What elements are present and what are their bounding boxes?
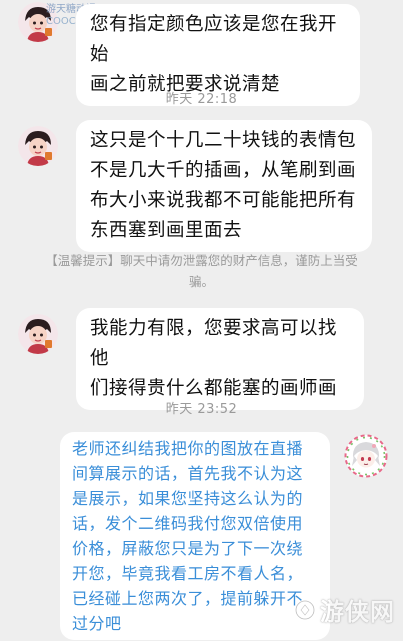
watermark-bottom-text: 游侠网 xyxy=(320,598,395,626)
notice-line: 【温馨提示】聊天中请勿泄露您的财产信息，谨防上当受 xyxy=(45,253,358,268)
watermark-bottom: 游侠网 xyxy=(294,592,395,627)
message-line: 是展示，如果您坚持这么认为的 xyxy=(72,489,304,508)
message-line: 价格，屏蔽您只是为了下一次绕 xyxy=(72,539,304,558)
message-line: 您有指定颜色应该是您在我开始 xyxy=(90,14,338,65)
message-line: 老师还纠结我把你的图放在直播 xyxy=(72,439,304,458)
message-line: 间算展示的话，首先我不认为这 xyxy=(72,464,304,483)
message-bubble-outgoing[interactable]: 老师还纠结我把你的图放在直播 间算展示的话，首先我不认为这 是展示，如果您坚持这… xyxy=(60,432,330,640)
message-line: 东西塞到画里面去 xyxy=(90,220,243,241)
notice-line: 骗。 xyxy=(188,274,214,289)
user-avatar[interactable] xyxy=(344,434,388,478)
artist-avatar[interactable] xyxy=(18,126,58,166)
message-line: 过分吧 xyxy=(72,614,122,633)
message-line: 我能力有限，您要求高可以找他 xyxy=(90,318,338,369)
timestamp: 昨天 22:18 xyxy=(165,92,238,107)
message-bubble-incoming[interactable]: 这只是个十几二十块钱的表情包 不是几大千的插画，从笔刷到画 布大小来说我都不可能… xyxy=(76,120,372,252)
artist-avatar[interactable] xyxy=(18,314,58,354)
message-line: 开您，毕竟我看工房不看人名， xyxy=(72,564,304,583)
system-notice: 【温馨提示】聊天中请勿泄露您的财产信息，谨防上当受 骗。 xyxy=(30,250,373,292)
message-line: 这只是个十几二十块钱的表情包 xyxy=(90,130,357,151)
message-line: 已经碰上您两次了，提前躲开不 xyxy=(72,589,304,608)
message-line: 话，发个二维码我付您双倍使用 xyxy=(72,514,304,533)
chat-thread[interactable]: 游天糖动漫 COOCC.COM 您有指定颜色应该是您在我开始 画之前就把要求说清… xyxy=(0,0,403,641)
message-bubble-incoming[interactable]: 我能力有限，您要求高可以找他 们接得贵什么都能塞的画师画 xyxy=(76,308,364,410)
message-line: 不是几大千的插画，从笔刷到画 xyxy=(90,160,357,181)
watermark-logo-icon xyxy=(294,599,316,620)
timestamp: 昨天 23:52 xyxy=(165,402,238,417)
message-line: 布大小来说我都不可能能把所有 xyxy=(90,190,357,211)
